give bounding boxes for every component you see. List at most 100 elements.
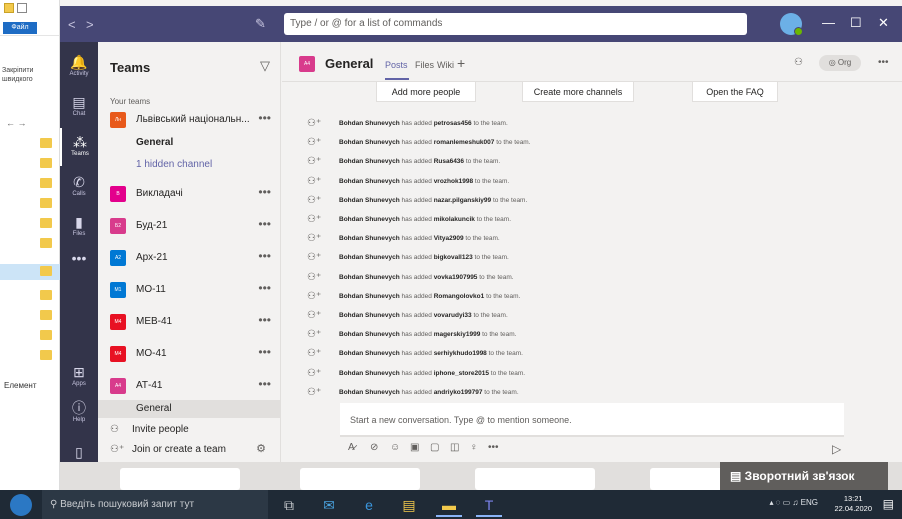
message-user[interactable]: iphone_store2015 [434, 370, 489, 377]
message-user[interactable]: andriyko199797 [434, 389, 483, 396]
more-options-icon[interactable]: ••• [258, 281, 271, 295]
folder-icon[interactable] [40, 310, 52, 320]
message-actor[interactable]: Bohdan Shunevych [339, 254, 400, 261]
message-user[interactable]: magerskiy1999 [434, 331, 481, 338]
message-user[interactable]: nazar.pilganskiy99 [434, 197, 491, 204]
folder-icon[interactable] [40, 290, 52, 300]
new-conversation-input[interactable]: Start a new conversation. Type @ to ment… [340, 403, 844, 437]
system-tray[interactable]: ▴ ◌ ▭ ♫ ENG [769, 498, 818, 507]
praise-icon[interactable]: ♀ [470, 442, 478, 453]
folder-icon[interactable] [40, 238, 52, 248]
hidden-channels-link[interactable]: 1 hidden channel [136, 159, 212, 170]
team-row[interactable]: М4 МЕВ-41 ••• [98, 310, 281, 334]
tab-files[interactable]: Files [415, 60, 434, 70]
org-button[interactable]: ◎ Org [819, 55, 861, 71]
channel-general-active-row[interactable]: General [98, 400, 281, 418]
team-row[interactable]: М4 МО-41 ••• [98, 342, 281, 366]
folder-icon[interactable] [40, 266, 52, 276]
file-explorer-icon[interactable]: ▬ [436, 493, 462, 517]
message-actor[interactable]: Bohdan Shunevych [339, 370, 400, 377]
folder-icon[interactable] [40, 350, 52, 360]
rail-activity[interactable]: 🔔 Activity [60, 48, 98, 86]
message-actor[interactable]: Bohdan Shunevych [339, 197, 400, 204]
gear-icon[interactable]: ⚙ [256, 442, 266, 455]
close-button[interactable]: ✕ [878, 15, 889, 31]
back-button[interactable]: < [68, 17, 76, 32]
profile-avatar[interactable] [780, 13, 803, 36]
task-view-icon[interactable]: ⧉ [276, 493, 302, 517]
team-row-lviv[interactable]: Лн Львівський національн... ••• [98, 108, 281, 132]
explorer-pin-label[interactable]: Закріпити швидкого [2, 66, 42, 84]
message-actor[interactable]: Bohdan Shunevych [339, 331, 400, 338]
message-actor[interactable]: Bohdan Shunevych [339, 274, 400, 281]
teams-taskbar-icon[interactable]: T [476, 493, 502, 517]
tab-wiki[interactable]: Wiki [437, 60, 454, 70]
more-options-icon[interactable]: ••• [258, 345, 271, 359]
add-tab-icon[interactable]: + [457, 55, 465, 71]
sticker-icon[interactable]: ▢ [430, 442, 439, 453]
more-options-icon[interactable]: ••• [258, 313, 271, 327]
join-create-team-button[interactable]: ⚇⁺ Join or create a team [110, 444, 226, 455]
explorer-nav-arrows[interactable]: ← → [6, 118, 27, 128]
tray-icons[interactable]: ▴ ◌ ▭ ♫ [769, 498, 800, 507]
format-icon[interactable]: A̷ [348, 442, 355, 453]
message-user[interactable]: Romangolovko1 [434, 293, 485, 300]
add-more-people-button[interactable]: Add more people [376, 82, 476, 102]
send-icon[interactable]: ▷ [832, 442, 841, 456]
clock[interactable]: 13:21 22.04.2020 [834, 494, 872, 514]
more-options-icon[interactable]: ••• [258, 217, 271, 231]
filter-icon[interactable]: ▽ [260, 58, 270, 74]
rail-apps[interactable]: ⊞ Apps [60, 358, 98, 396]
tab-posts[interactable]: Posts [385, 60, 408, 70]
channel-general[interactable]: General [136, 137, 173, 148]
rail-files[interactable]: ▮ Files [60, 208, 98, 246]
edge-icon[interactable]: e [356, 493, 382, 517]
message-actor[interactable]: Bohdan Shunevych [339, 120, 400, 127]
meet-icon[interactable]: ◫ [450, 442, 459, 453]
explorer-file-tab[interactable]: Файл [3, 22, 37, 34]
folder-icon[interactable] [40, 178, 52, 188]
create-more-channels-button[interactable]: Create more channels [522, 82, 634, 102]
rail-teams[interactable]: ⁂ Teams [60, 128, 98, 166]
message-user[interactable]: vovka1907995 [434, 274, 478, 281]
rail-chat[interactable]: ▤ Chat [60, 88, 98, 126]
more-options-icon[interactable]: ••• [258, 249, 271, 263]
folder-icon[interactable] [40, 158, 52, 168]
rail-help[interactable]: ⓘ Help [60, 394, 98, 432]
message-actor[interactable]: Bohdan Shunevych [339, 216, 400, 223]
more-options-icon[interactable]: ••• [258, 185, 271, 199]
message-user[interactable]: Rusa6436 [434, 158, 464, 165]
more-options-icon[interactable]: ••• [488, 442, 499, 453]
message-user[interactable]: bigkovall123 [434, 254, 473, 261]
forward-button[interactable]: > [86, 17, 94, 32]
message-actor[interactable]: Bohdan Shunevych [339, 350, 400, 357]
message-actor[interactable]: Bohdan Shunevych [339, 293, 400, 300]
message-actor[interactable]: Bohdan Shunevych [339, 178, 400, 185]
message-user[interactable]: romanlemeshuk007 [434, 139, 495, 146]
message-user[interactable]: Vitya2909 [434, 235, 464, 242]
open-faq-button[interactable]: Open the FAQ [692, 82, 778, 102]
team-row[interactable]: А2 Арх-21 ••• [98, 246, 281, 270]
team-row[interactable]: Б2 Буд-21 ••• [98, 214, 281, 238]
team-row[interactable]: М1 МО-11 ••• [98, 278, 281, 302]
message-user[interactable]: serhiykhudo1998 [434, 350, 487, 357]
emoji-icon[interactable]: ☺ [390, 442, 400, 453]
folder-icon[interactable] [40, 330, 52, 340]
more-options-icon[interactable]: ••• [258, 111, 271, 125]
more-options-icon[interactable]: ••• [878, 57, 889, 68]
message-user[interactable]: vrozhok1998 [434, 178, 473, 185]
rail-more[interactable]: ••• [60, 244, 98, 282]
team-row[interactable]: В Викладачі ••• [98, 182, 281, 206]
team-row[interactable]: А4 АТ-41 ••• [98, 374, 281, 398]
message-user[interactable]: vovarudyi33 [434, 312, 472, 319]
message-user[interactable]: petrosas456 [434, 120, 472, 127]
message-actor[interactable]: Bohdan Shunevych [339, 389, 400, 396]
folder-icon[interactable] [40, 218, 52, 228]
notification-icon[interactable]: ▤ [883, 497, 894, 511]
message-user[interactable]: mikolakuncik [434, 216, 475, 223]
mail-icon[interactable]: ✉ [316, 493, 342, 517]
meet-now-icon[interactable]: ⚇ [794, 57, 803, 68]
start-button[interactable] [10, 494, 32, 516]
message-actor[interactable]: Bohdan Shunevych [339, 139, 400, 146]
feedback-button[interactable]: ▤ Зворотний зв'язок [720, 462, 888, 490]
